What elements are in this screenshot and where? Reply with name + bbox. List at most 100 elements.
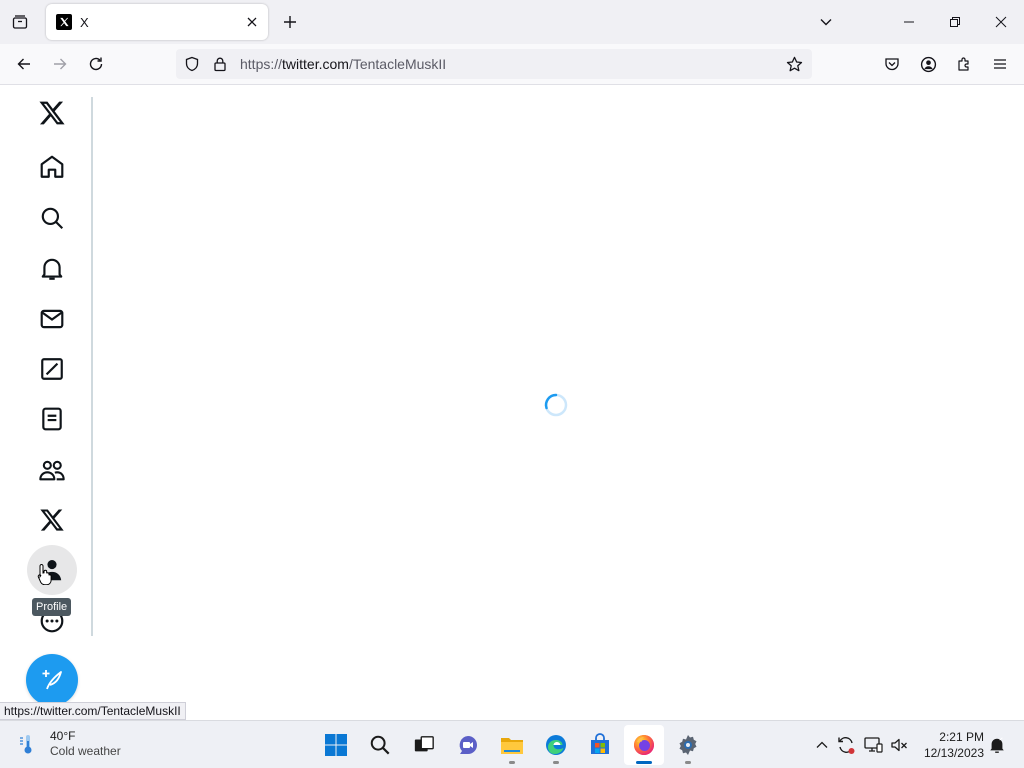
show-hidden-icons-button[interactable] bbox=[810, 733, 834, 757]
new-tab-button[interactable] bbox=[276, 8, 304, 36]
settings-button[interactable] bbox=[668, 725, 708, 765]
clock-time: 2:21 PM bbox=[939, 730, 984, 744]
weather-widget[interactable]: 40°F Cold weather bbox=[16, 729, 121, 759]
start-button[interactable] bbox=[316, 725, 356, 765]
sync-tray-button[interactable] bbox=[834, 733, 858, 757]
link-status-url: https://twitter.com/TentacleMuskII bbox=[0, 702, 186, 720]
profile-tooltip: Profile bbox=[32, 598, 72, 616]
communities-icon bbox=[38, 456, 66, 484]
file-explorer-button[interactable] bbox=[492, 725, 532, 765]
reload-button[interactable] bbox=[81, 49, 111, 79]
sidebar-nav: Profile bbox=[0, 85, 92, 720]
plus-icon bbox=[283, 15, 297, 29]
star-icon bbox=[786, 56, 803, 73]
account-button[interactable] bbox=[913, 49, 943, 79]
browser-tab-strip: X bbox=[0, 0, 1024, 44]
minimize-icon bbox=[903, 16, 915, 28]
store-icon bbox=[588, 733, 612, 757]
sync-icon bbox=[836, 735, 856, 755]
sidebar-item-notifications[interactable] bbox=[27, 244, 77, 294]
taskbar-clock[interactable]: 2:21 PM 12/13/2023 bbox=[914, 729, 984, 761]
clock-date: 12/13/2023 bbox=[923, 746, 984, 760]
sidebar-item-premium[interactable] bbox=[27, 495, 77, 545]
back-arrow-icon bbox=[16, 56, 32, 72]
running-indicator bbox=[553, 761, 559, 764]
url-domain: twitter.com bbox=[282, 56, 349, 72]
tab-x[interactable]: X bbox=[46, 4, 268, 40]
url-scheme: https:// bbox=[240, 56, 283, 72]
forward-button[interactable] bbox=[45, 49, 75, 79]
lock-icon[interactable] bbox=[206, 49, 234, 79]
close-icon bbox=[246, 16, 258, 28]
app-menu-button[interactable] bbox=[985, 49, 1015, 79]
home-icon bbox=[39, 154, 65, 180]
edge-button[interactable] bbox=[536, 725, 576, 765]
restore-button[interactable] bbox=[932, 0, 978, 44]
windows-taskbar: 40°F Cold weather 2:21 PM 12/13/2023 bbox=[0, 720, 1024, 768]
web-page: Profile bbox=[0, 85, 1024, 720]
task-view-icon bbox=[413, 734, 435, 756]
close-window-button[interactable] bbox=[978, 0, 1024, 44]
navigation-toolbar: https://twitter.com/TentacleMuskII bbox=[0, 44, 1024, 85]
windows-logo-icon bbox=[324, 733, 348, 757]
reload-icon bbox=[88, 56, 104, 72]
sidebar-item-communities[interactable] bbox=[27, 445, 77, 495]
bookmark-star-button[interactable] bbox=[780, 50, 808, 78]
pocket-button[interactable] bbox=[877, 49, 907, 79]
sidebar-divider bbox=[91, 97, 93, 636]
sidebar-item-logo[interactable] bbox=[27, 88, 77, 138]
grok-icon bbox=[39, 356, 65, 382]
firefox-button[interactable] bbox=[624, 725, 664, 765]
store-button[interactable] bbox=[580, 725, 620, 765]
sidebar-item-grok[interactable] bbox=[27, 344, 77, 394]
url-bar[interactable]: https://twitter.com/TentacleMuskII bbox=[176, 49, 812, 79]
sidebar-item-explore[interactable] bbox=[27, 193, 77, 243]
bell-icon bbox=[39, 256, 65, 282]
speaker-muted-icon bbox=[889, 735, 909, 755]
forward-arrow-icon bbox=[52, 56, 68, 72]
taskbar-search-button[interactable] bbox=[360, 725, 400, 765]
chevron-up-icon bbox=[815, 738, 829, 752]
running-indicator bbox=[636, 761, 652, 764]
minimize-button[interactable] bbox=[886, 0, 932, 44]
search-icon bbox=[369, 734, 391, 756]
gear-icon bbox=[676, 733, 700, 757]
tab-list-icon bbox=[12, 14, 28, 30]
close-tab-button[interactable] bbox=[240, 10, 264, 34]
puzzle-icon bbox=[956, 56, 972, 72]
hand-cursor-icon bbox=[37, 563, 53, 585]
sidebar-item-messages[interactable] bbox=[27, 294, 77, 344]
account-icon bbox=[920, 56, 937, 73]
spinner-icon bbox=[543, 392, 569, 418]
running-indicator bbox=[685, 761, 691, 764]
network-tray-button[interactable] bbox=[861, 733, 885, 757]
search-icon bbox=[39, 205, 65, 231]
list-all-tabs-button[interactable] bbox=[812, 8, 840, 36]
sidebar-item-home[interactable] bbox=[27, 142, 77, 192]
weather-description: Cold weather bbox=[50, 744, 121, 758]
chat-icon bbox=[456, 733, 480, 757]
task-view-button[interactable] bbox=[404, 725, 444, 765]
shield-icon[interactable] bbox=[178, 49, 206, 79]
tab-list-button[interactable] bbox=[4, 6, 36, 38]
x-logo-icon bbox=[38, 99, 66, 127]
running-indicator bbox=[509, 761, 515, 764]
url-path: /TentacleMuskII bbox=[348, 56, 447, 72]
back-button[interactable] bbox=[9, 49, 39, 79]
notification-center-button[interactable] bbox=[985, 733, 1009, 757]
feather-plus-icon bbox=[40, 668, 64, 692]
folder-icon bbox=[499, 733, 525, 757]
chevron-down-icon bbox=[819, 15, 833, 29]
chat-button[interactable] bbox=[448, 725, 488, 765]
sidebar-item-lists[interactable] bbox=[27, 394, 77, 444]
weather-temperature: 40°F bbox=[50, 729, 76, 743]
weather-text: 40°F Cold weather bbox=[50, 729, 121, 759]
volume-tray-button[interactable] bbox=[887, 733, 911, 757]
firefox-icon bbox=[632, 733, 656, 757]
tab-title: X bbox=[80, 14, 89, 30]
x-favicon-icon bbox=[56, 14, 72, 30]
compose-post-button[interactable] bbox=[26, 654, 78, 706]
network-icon bbox=[863, 735, 883, 755]
extensions-button[interactable] bbox=[949, 49, 979, 79]
edge-icon bbox=[544, 733, 568, 757]
